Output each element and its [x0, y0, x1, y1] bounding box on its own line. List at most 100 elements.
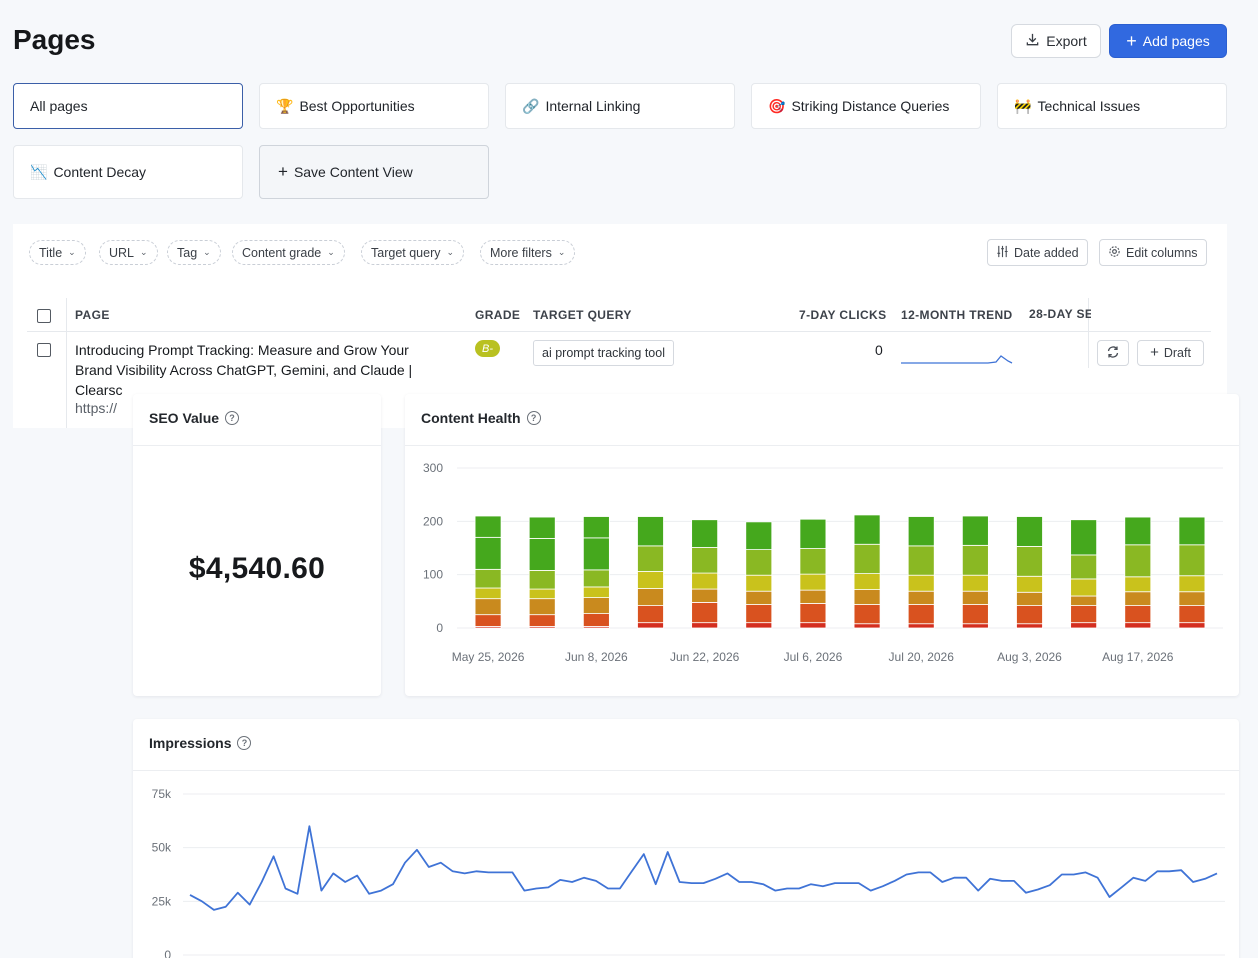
health-bar-segment	[745, 521, 773, 551]
filter-label: URL	[109, 245, 135, 260]
health-bar-segment	[1124, 605, 1152, 624]
page-title-link[interactable]: Introducing Prompt Tracking: Measure and…	[75, 340, 445, 400]
target-query-tag[interactable]: ai prompt tracking tool	[533, 340, 674, 366]
edit-columns-button[interactable]: Edit columns	[1099, 239, 1207, 266]
select-all-checkbox[interactable]	[37, 309, 51, 323]
filter-tag[interactable]: Tag ⌄	[167, 240, 221, 265]
health-bar-segment	[799, 603, 827, 624]
health-bar-segment	[691, 547, 719, 574]
health-bar-segment	[637, 622, 664, 629]
filter-more[interactable]: More filters ⌄	[480, 240, 576, 265]
refresh-button[interactable]	[1097, 340, 1129, 366]
page-url[interactable]: https://	[75, 400, 117, 416]
seo-value-title: SEO Value ?	[149, 410, 240, 426]
chevron-down-icon: ⌄	[203, 247, 211, 257]
x-tick-label: Jun 8, 2026	[565, 650, 628, 664]
health-bar-segment	[637, 516, 664, 547]
column-header-page[interactable]: PAGE	[75, 308, 110, 322]
health-bar-segment	[1016, 591, 1043, 606]
health-bar-segment	[1070, 578, 1098, 597]
health-bar-segment	[582, 597, 610, 615]
help-icon[interactable]: ?	[225, 411, 240, 425]
health-bar-segment	[474, 598, 502, 616]
panel-title-text: Content Health	[421, 410, 521, 426]
help-icon[interactable]: ?	[526, 411, 541, 425]
impressions-panel: Impressions ? 0 25k 50k 75k	[133, 719, 1239, 958]
health-bar-segment	[1016, 516, 1043, 547]
health-bar-segment	[637, 545, 664, 572]
chevron-down-icon: ⌄	[68, 247, 76, 257]
health-bar-segment	[691, 572, 719, 590]
y-tick-label: 100	[423, 568, 443, 582]
filter-title[interactable]: Title ⌄	[29, 240, 86, 265]
add-pages-button[interactable]: + Add pages	[1109, 24, 1227, 58]
filter-label: Tag	[177, 245, 198, 260]
view-all-pages[interactable]: All pages	[13, 83, 243, 129]
health-bar-segment	[799, 589, 827, 604]
x-tick-label: Jul 6, 2026	[784, 650, 843, 664]
health-bar-segment	[961, 623, 989, 629]
draft-button[interactable]: + Draft	[1137, 340, 1204, 366]
health-bar-segment	[528, 614, 556, 627]
refresh-icon	[1106, 345, 1120, 362]
health-bar-segment	[582, 537, 610, 571]
health-bar-segment	[474, 568, 502, 589]
filter-label: Content grade	[242, 245, 322, 260]
health-bar-segment	[582, 569, 610, 588]
save-view-label: Save Content View	[293, 164, 413, 180]
edit-columns-label: Edit columns	[1126, 245, 1198, 260]
health-bar-segment	[1124, 591, 1152, 607]
health-bar-segment	[907, 545, 935, 576]
health-bar-segment	[745, 549, 773, 576]
link-icon: 🔗	[522, 97, 540, 114]
x-tick-label: Aug 3, 2026	[997, 650, 1062, 664]
health-bar-segment	[691, 519, 719, 548]
health-bar-segment	[1016, 605, 1043, 625]
filter-target-query[interactable]: Target query ⌄	[361, 240, 465, 265]
health-bar-segment	[1178, 575, 1206, 593]
health-bar-segment	[1124, 516, 1152, 546]
date-added-button[interactable]: Date added	[987, 239, 1088, 266]
seven-day-clicks: 0	[875, 342, 883, 358]
sliders-icon	[996, 245, 1009, 261]
save-content-view-button[interactable]: + Save Content View	[259, 145, 489, 199]
view-internal-linking[interactable]: 🔗 Internal Linking	[505, 83, 735, 129]
health-bar-segment	[1070, 595, 1098, 606]
health-bar-segment	[528, 570, 556, 590]
content-health-panel: Content Health ? 0 100 200 300 May 25, 2026 J…	[405, 394, 1239, 696]
help-icon[interactable]: ?	[237, 736, 252, 750]
column-header-target-query[interactable]: TARGET QUERY	[533, 308, 632, 322]
view-label: Technical Issues	[1037, 98, 1141, 114]
draft-label: Draft	[1163, 346, 1191, 360]
column-header-7-day-clicks[interactable]: 7-DAY CLICKS	[799, 308, 887, 322]
view-striking-distance-queries[interactable]: 🎯 Striking Distance Queries	[751, 83, 981, 129]
chevron-down-icon: ⌄	[557, 247, 566, 257]
health-bar-segment	[853, 543, 881, 575]
view-technical-issues[interactable]: 🚧 Technical Issues	[997, 83, 1227, 129]
export-button[interactable]: Export	[1011, 24, 1101, 58]
trophy-icon: 🏆	[276, 97, 294, 114]
health-bar-segment	[528, 516, 556, 539]
view-best-opportunities[interactable]: 🏆 Best Opportunities	[259, 83, 489, 129]
column-header-12-month-trend[interactable]: 12-MONTH TREND	[901, 308, 1013, 322]
plus-icon: +	[1150, 344, 1159, 361]
view-content-decay[interactable]: 📉 Content Decay	[13, 145, 243, 199]
seo-value-panel: SEO Value ? $4,540.60	[133, 394, 381, 696]
health-bar-segment	[582, 516, 610, 539]
impressions-title: Impressions ?	[149, 735, 252, 751]
health-bar-segment	[1178, 605, 1206, 624]
plus-icon: +	[278, 162, 288, 181]
column-header-grade[interactable]: GRADE	[475, 308, 520, 322]
health-bar-segment	[474, 614, 502, 627]
filter-content-grade[interactable]: Content grade ⌄	[232, 240, 345, 265]
seo-value-amount: $4,540.60	[188, 552, 326, 585]
health-bar-segment	[1178, 544, 1206, 577]
view-label: Striking Distance Queries	[791, 98, 950, 114]
row-checkbox[interactable]	[37, 343, 51, 357]
health-bar-segment	[961, 604, 989, 625]
column-header-28-day[interactable]: 28-DAY SE	[1029, 307, 1091, 321]
health-bar-segment	[528, 588, 556, 600]
impressions-chart: 0 25k 50k 75k	[152, 787, 1225, 958]
filter-url[interactable]: URL ⌄	[99, 240, 158, 265]
page-title: Pages	[13, 24, 96, 55]
